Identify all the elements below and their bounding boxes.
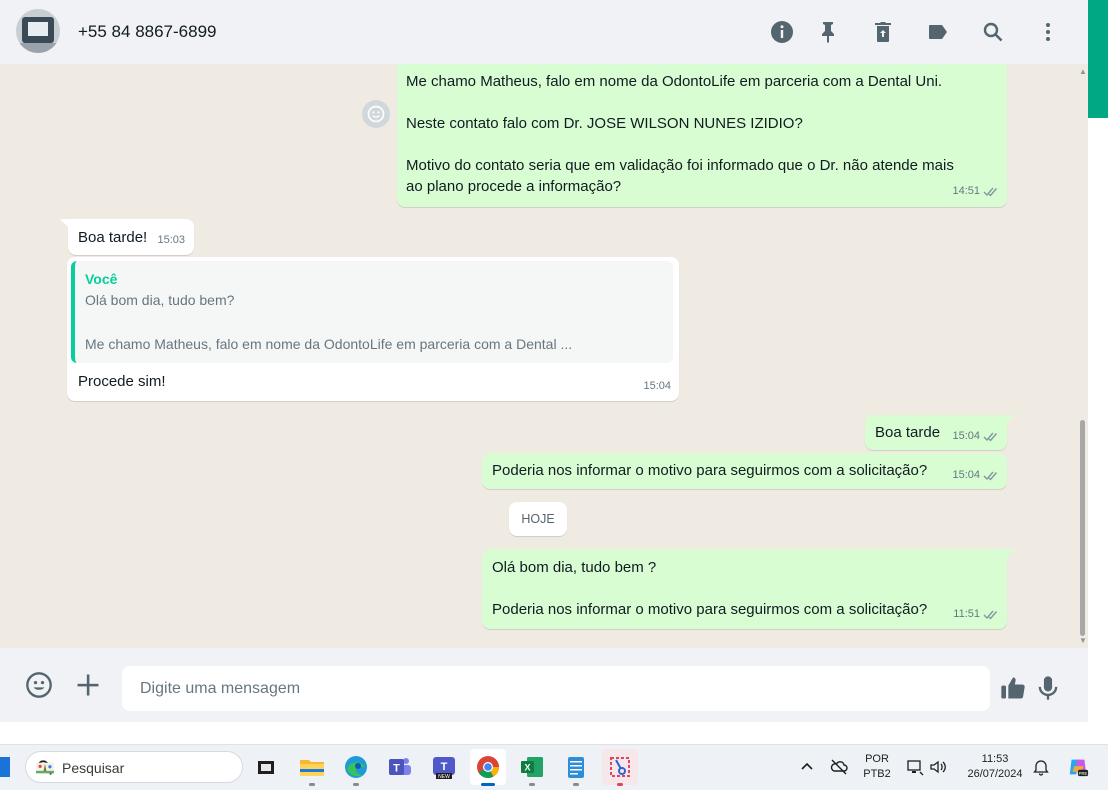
taskbar-file-explorer[interactable]: [294, 749, 330, 786]
excel-icon: X: [521, 757, 543, 777]
message-meta: 15:04: [643, 376, 671, 397]
tray-overflow-chevron-icon[interactable]: [797, 757, 817, 777]
language-line-1: POR: [865, 753, 889, 765]
window-edge: [1088, 118, 1108, 748]
attach-plus-icon[interactable]: [72, 669, 104, 701]
message-meta: 14:51: [952, 181, 999, 202]
chat-header: +55 84 8867-6899: [0, 0, 1088, 64]
window-bottom-margin: [0, 722, 1108, 744]
scroll-up-arrow-icon[interactable]: ▲: [1079, 67, 1087, 76]
info-icon[interactable]: [767, 17, 797, 47]
taskbar-search[interactable]: Pesquisar: [25, 751, 243, 783]
read-ticks-icon: [983, 610, 998, 620]
taskbar-search-label: Pesquisar: [62, 760, 125, 776]
delete-icon[interactable]: [868, 17, 898, 47]
notepad-icon: [568, 757, 584, 778]
quoted-message[interactable]: Você Olá bom dia, tudo bem? Me chamo Mat…: [71, 261, 673, 363]
taskbar-teams[interactable]: T: [382, 749, 418, 785]
clock-date: 26/07/2024: [967, 768, 1023, 780]
message-meta: 11:51: [953, 604, 999, 625]
svg-text:T: T: [393, 763, 400, 775]
snipping-tool-icon: [610, 757, 630, 777]
read-ticks-icon: [983, 187, 998, 197]
language-line-2: PTB2: [863, 768, 891, 780]
message-meta: 15:04: [952, 465, 999, 486]
teams-icon: T: [389, 758, 411, 775]
message-meta: 15:03: [157, 230, 185, 251]
message-bubble-outgoing[interactable]: Me chamo Matheus, falo em nome da Odonto…: [397, 64, 1007, 207]
edge-browser-icon: [345, 756, 367, 778]
task-view-icon: [258, 761, 274, 774]
svg-text:X: X: [524, 763, 530, 773]
taskbar-snipping-tool[interactable]: [602, 749, 638, 786]
message-bubble-outgoing[interactable]: Boa tarde 15:04: [865, 415, 1015, 450]
network-icon[interactable]: [905, 757, 925, 777]
message-time: 15:04: [643, 380, 671, 392]
pin-icon[interactable]: [813, 17, 843, 47]
message-bubble-outgoing[interactable]: Poderia nos informar o motivo para segui…: [482, 453, 1007, 489]
emoji-reaction-button[interactable]: [362, 100, 390, 128]
thumbs-up-icon[interactable]: [997, 672, 1029, 704]
message-time: 14:51: [952, 185, 980, 197]
contact-name[interactable]: +55 84 8867-6899: [78, 22, 217, 42]
taskbar-teams-new[interactable]: T NEW: [426, 749, 462, 785]
scrollbar-thumb[interactable]: [1080, 420, 1085, 636]
clock-time: 11:53: [981, 753, 1009, 765]
notifications-bell-icon[interactable]: [1031, 757, 1051, 777]
svg-text:NEW: NEW: [438, 774, 450, 780]
svg-text:T: T: [441, 761, 448, 773]
start-button-icon[interactable]: [0, 757, 10, 777]
message-time: 15:04: [952, 430, 980, 442]
scroll-down-arrow-icon[interactable]: ▼: [1079, 636, 1087, 645]
onedrive-offline-icon[interactable]: [829, 757, 849, 777]
message-text: Procede sim!: [78, 373, 166, 390]
message-bubble-incoming[interactable]: Boa tarde! 15:03: [60, 219, 194, 255]
quoted-author: Você: [85, 271, 118, 287]
message-text: Me chamo Matheus, falo em nome da Odonto…: [406, 73, 954, 195]
message-time: 15:03: [157, 234, 185, 246]
microphone-icon[interactable]: [1032, 672, 1064, 704]
message-input[interactable]: [122, 666, 990, 711]
label-icon[interactable]: [923, 17, 953, 47]
taskbar-notepad[interactable]: [558, 749, 594, 786]
menu-icon[interactable]: [1033, 17, 1063, 47]
taskbar-excel[interactable]: X: [514, 749, 550, 786]
message-meta: 15:04: [952, 426, 999, 447]
date-divider: HOJE: [509, 502, 567, 536]
system-clock[interactable]: 11:53 26/07/2024: [960, 752, 1030, 782]
message-bubble-outgoing[interactable]: Olá bom dia, tudo bem ? Poderia nos info…: [482, 549, 1015, 629]
search-highlight-icon: [36, 762, 54, 774]
taskbar-task-view[interactable]: [248, 749, 284, 785]
copilot-icon[interactable]: PRE: [1066, 755, 1090, 779]
message-text: Poderia nos informar o motivo para segui…: [492, 462, 928, 479]
folder-icon: [300, 760, 324, 776]
chrome-icon: [477, 756, 499, 778]
quoted-text: Olá bom dia, tudo bem? Me chamo Matheus,…: [85, 292, 573, 352]
taskbar-edge[interactable]: [338, 749, 374, 786]
message-time: 11:51: [953, 608, 980, 620]
read-ticks-icon: [983, 471, 998, 481]
message-bubble-incoming-reply[interactable]: Você Olá bom dia, tudo bem? Me chamo Mat…: [67, 257, 679, 401]
taskbar-chrome[interactable]: [470, 749, 506, 786]
language-indicator[interactable]: POR PTB2: [862, 752, 892, 782]
message-text: Olá bom dia, tudo bem ? Poderia nos info…: [492, 559, 928, 618]
window-accent-bar: [1088, 0, 1108, 118]
message-time: 15:04: [952, 469, 980, 481]
teams-new-icon: TNEW: [433, 757, 455, 780]
emoji-icon[interactable]: [23, 669, 55, 701]
contact-avatar[interactable]: [16, 9, 60, 53]
volume-icon[interactable]: [928, 757, 948, 777]
svg-text:PRE: PRE: [1079, 771, 1088, 776]
read-ticks-icon: [983, 432, 998, 442]
search-icon[interactable]: [978, 17, 1008, 47]
smiley-icon: [367, 105, 385, 123]
